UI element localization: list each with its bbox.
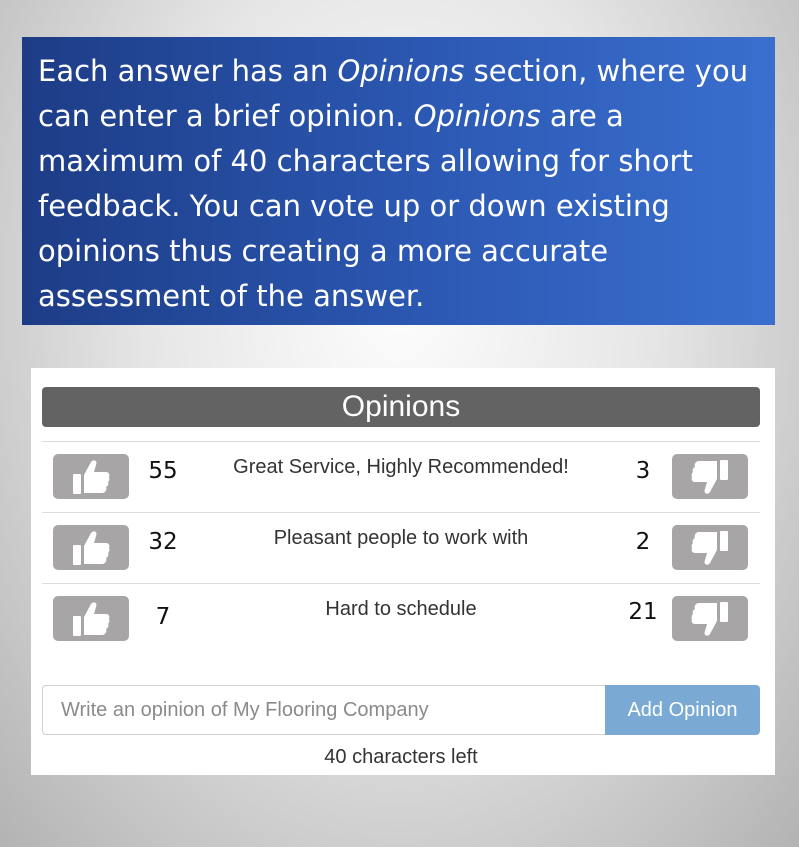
upvote-count: 55: [148, 458, 178, 484]
opinions-panel: Opinions 55 Great Service, Highly Recomm…: [31, 368, 775, 775]
opinion-text: Hard to schedule: [325, 598, 477, 620]
add-opinion-button[interactable]: Add Opinion: [605, 685, 760, 735]
opinion-text: Great Service, Highly Recommended!: [233, 456, 569, 478]
thumbs-down-icon: [691, 459, 728, 494]
thumbs-down-icon: [691, 530, 728, 565]
downvote-count: 2: [635, 529, 651, 555]
thumbs-up-icon: [73, 459, 110, 494]
upvote-button[interactable]: [53, 596, 129, 641]
thumbs-up-icon: [73, 530, 110, 565]
downvote-count: 21: [628, 599, 658, 625]
downvote-button[interactable]: [672, 596, 748, 641]
thumbs-up-icon: [73, 601, 110, 636]
downvote-button[interactable]: [672, 454, 748, 499]
intro-text-1: Each answer has an: [38, 54, 338, 88]
opinion-list: 55 Great Service, Highly Recommended! 3: [42, 441, 760, 654]
downvote-count: 3: [635, 458, 651, 484]
opinion-input[interactable]: [42, 685, 605, 735]
opinion-row: 32 Pleasant people to work with 2: [42, 512, 760, 583]
intro-text-4-italic: Opinions: [413, 99, 541, 133]
characters-left-counter: 40 characters left: [324, 746, 478, 768]
intro-text-box: Each answer has an Opinions section, whe…: [22, 37, 775, 325]
upvote-button[interactable]: [53, 454, 129, 499]
opinion-row: 7 Hard to schedule 21: [42, 583, 760, 654]
upvote-button[interactable]: [53, 525, 129, 570]
upvote-count: 7: [155, 604, 171, 630]
downvote-button[interactable]: [672, 525, 748, 570]
opinion-text: Pleasant people to work with: [273, 527, 529, 549]
thumbs-down-icon: [691, 601, 728, 636]
upvote-count: 32: [148, 529, 178, 555]
panel-title: Opinions: [42, 387, 760, 427]
opinion-input-group: Add Opinion: [42, 685, 760, 735]
opinion-row: 55 Great Service, Highly Recommended! 3: [42, 441, 760, 512]
intro-text-2-italic: Opinions: [337, 54, 465, 88]
